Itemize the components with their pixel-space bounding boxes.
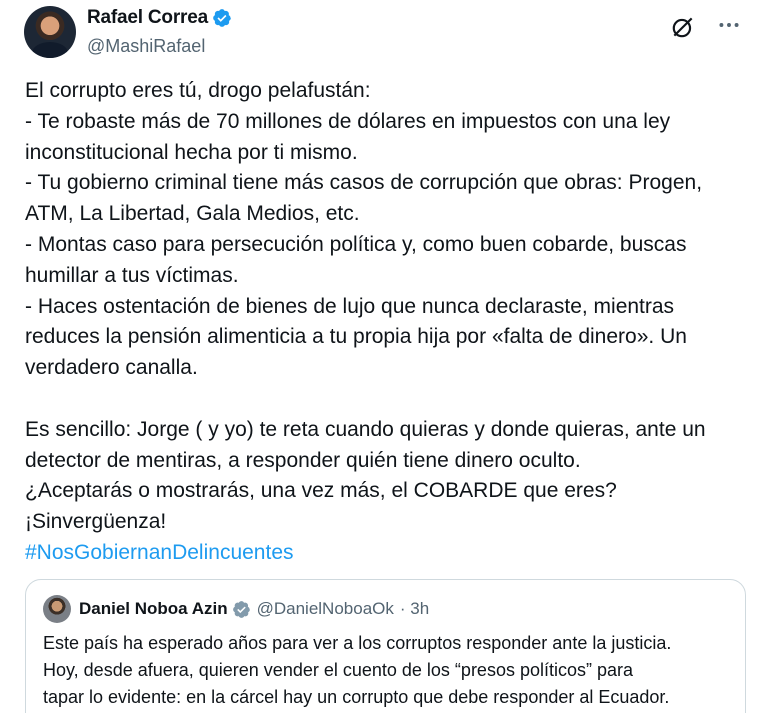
tweet-line: verdadero canalla.	[25, 356, 198, 380]
quoted-tweet-line: Este país ha esperado años para ver a lo…	[43, 633, 672, 653]
tweet-blank-line	[25, 384, 755, 415]
quoted-tweet-line: tapar lo evidente: en la cárcel hay un c…	[43, 687, 670, 707]
quoted-author-avatar[interactable]	[43, 595, 71, 623]
tweet-line: ATM, La Libertad, Gala Medios, etc.	[25, 202, 360, 226]
quoted-tweet-line: Hoy, desde afuera, quieren vender el cue…	[43, 660, 634, 680]
tweet-line: Es sencillo: Jorge ( y yo) te reta cuand…	[25, 417, 706, 441]
tweet-text: El corrupto eres tú, drogo pelafustán: -…	[25, 76, 755, 569]
tweet-line: humillar a tus víctimas.	[25, 263, 239, 287]
quoted-tweet-text: Este país ha esperado años para ver a lo…	[43, 630, 671, 711]
quoted-tweet-time[interactable]: · 3h	[400, 599, 429, 619]
tweet-line: detector de mentiras, a responder quién …	[25, 448, 581, 472]
quoted-author-display-name[interactable]: Daniel Noboa Azin	[79, 599, 228, 619]
tweet-line: reduces la pensión alimenticia a tu prop…	[25, 325, 687, 349]
quoted-tweet-header: Daniel Noboa Azin @DanielNoboaOk · 3h	[43, 595, 429, 623]
tweet-line: - Te robaste más de 70 millones de dólar…	[25, 109, 671, 133]
tweet-header: Rafael Correa @MashiRafael	[24, 6, 744, 62]
quoted-author-handle[interactable]: @DanielNoboaOk	[257, 599, 394, 619]
quoted-tweet[interactable]: Daniel Noboa Azin @DanielNoboaOk · 3h Es…	[25, 579, 746, 713]
tweet-line: El corrupto eres tú, drogo pelafustán:	[25, 79, 371, 102]
tweet-line: - Montas caso para persecución política …	[25, 232, 687, 256]
hashtag-link[interactable]: #NosGobiernanDelincuentes	[25, 538, 755, 569]
tweet-line: - Tu gobierno criminal tiene más casos d…	[25, 171, 703, 195]
author-handle[interactable]: @MashiRafael	[87, 36, 205, 57]
tweet-line: inconstitucional hecha por ti mismo.	[25, 140, 358, 164]
verified-badge-icon	[232, 600, 250, 618]
tweet-line: ¡Sinvergüenza!	[25, 510, 167, 534]
tweet-line: ¿Aceptarás o mostrarás, una vez más, el …	[25, 479, 617, 503]
verified-badge-icon	[213, 9, 231, 27]
more-options-icon[interactable]	[716, 12, 742, 38]
author-display-name[interactable]: Rafael Correa	[87, 7, 208, 29]
author-avatar[interactable]	[24, 6, 76, 58]
tweet-line: - Haces ostentación de bienes de lujo qu…	[25, 294, 675, 318]
grok-icon[interactable]	[670, 14, 696, 40]
author-name-row: Rafael Correa	[87, 7, 232, 29]
